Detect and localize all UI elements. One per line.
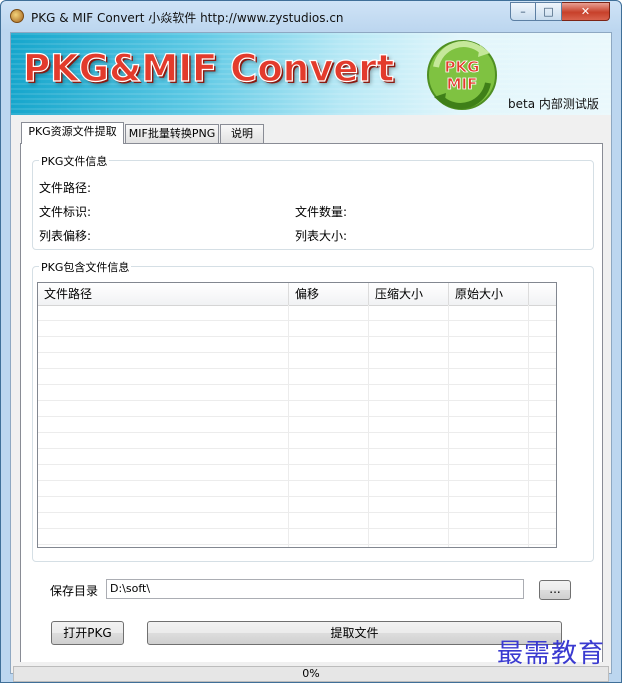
close-button[interactable]: ✕ xyxy=(562,2,610,21)
banner: PKG&MIF Convert PKG MIF beta 内部测试版 xyxy=(11,33,611,115)
client-area: PKG&MIF Convert PKG MIF beta 内部测试版 PKG资源… xyxy=(10,32,612,682)
logo-line1: PKG xyxy=(445,58,480,76)
pkg-contents-group-title: PKG包含文件信息 xyxy=(39,259,132,275)
title-bar[interactable]: PKG & MIF Convert 小焱软件 http://www.zystud… xyxy=(1,1,621,31)
file-id-label: 文件标识: xyxy=(39,205,92,219)
save-dir-label: 保存目录 xyxy=(50,584,99,598)
column-offset[interactable]: 偏移 xyxy=(289,283,369,305)
open-pkg-button[interactable]: 打开PKG xyxy=(51,621,124,645)
list-size-label: 列表大小: xyxy=(295,229,348,243)
app-window: PKG & MIF Convert 小焱软件 http://www.zystud… xyxy=(0,0,622,683)
logo-line2: MIF xyxy=(447,75,478,93)
pkg-file-list[interactable]: 文件路径 偏移 压缩大小 原始大小 xyxy=(37,282,557,548)
tab-panel-pkg-extract: PKG文件信息 文件路径: 文件标识: 文件数量: 列表偏移: 列表大小: PK… xyxy=(20,143,603,663)
column-file-path[interactable]: 文件路径 xyxy=(38,283,289,305)
file-path-label: 文件路径: xyxy=(39,181,92,195)
beta-label: beta 内部测试版 xyxy=(508,97,599,111)
window-title: PKG & MIF Convert 小焱软件 http://www.zystud… xyxy=(31,11,344,25)
tab-pkg-extract[interactable]: PKG资源文件提取 xyxy=(21,122,124,144)
pkg-info-group: PKG文件信息 文件路径: 文件标识: 文件数量: 列表偏移: 列表大小: xyxy=(32,153,594,250)
pkg-info-group-title: PKG文件信息 xyxy=(39,153,110,169)
tab-mif-convert[interactable]: MIF批量转换PNG xyxy=(125,124,219,143)
pkg-mif-logo-icon: PKG MIF xyxy=(427,40,497,110)
minimize-button[interactable]: – xyxy=(510,2,536,21)
watermark-text: 最需教育 xyxy=(497,639,606,669)
tab-help[interactable]: 说明 xyxy=(220,124,264,143)
list-header: 文件路径 偏移 压缩大小 原始大小 xyxy=(38,283,556,306)
column-compressed-size[interactable]: 压缩大小 xyxy=(369,283,449,305)
column-original-size[interactable]: 原始大小 xyxy=(449,283,529,305)
app-icon[interactable] xyxy=(10,9,24,23)
banner-title: PKG&MIF Convert xyxy=(22,46,395,90)
browse-button[interactable]: ... xyxy=(539,580,571,600)
file-count-label: 文件数量: xyxy=(295,205,348,219)
save-dir-input[interactable]: D:\soft\ xyxy=(106,579,524,599)
maximize-button[interactable]: □ xyxy=(536,2,562,21)
list-body[interactable] xyxy=(38,305,556,547)
list-offset-label: 列表偏移: xyxy=(39,229,92,243)
